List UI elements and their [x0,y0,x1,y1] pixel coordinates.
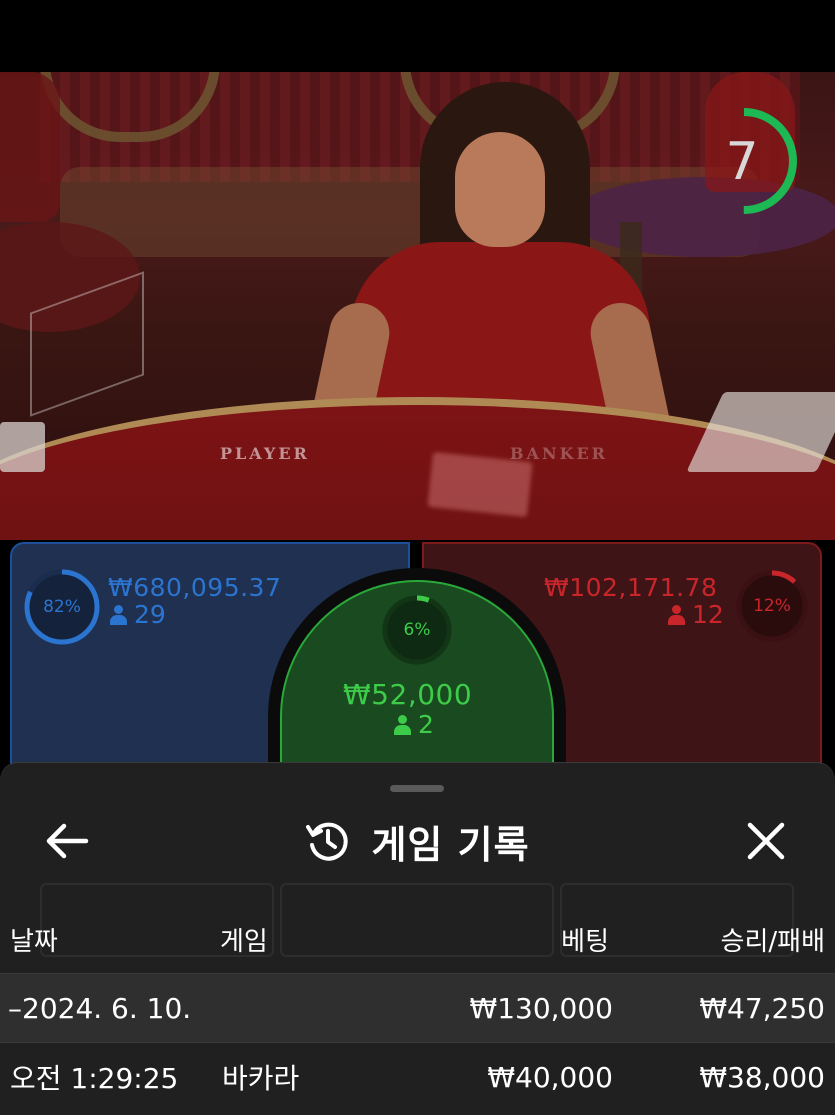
user-icon [394,714,411,735]
tie-total-amount: ₩52,000 [343,678,473,711]
user-icon [668,604,685,625]
date-group-row[interactable]: –2024. 6. 10. ₩130,000 ₩47,250 [0,973,835,1043]
history-row-game: 바카라 [222,1062,300,1095]
column-header-bet: 베팅 [561,927,609,957]
banker-percent: 12% [753,596,791,616]
column-header-date: 날짜 [10,927,58,957]
history-row-bet: ₩40,000 [487,1060,613,1094]
date-group-label: –2024. 6. 10. [8,991,192,1025]
player-count-value: 29 [134,600,166,629]
tie-bettor-count: 2 [394,710,434,739]
column-header-game: 게임 [220,927,268,957]
table-label-player: PLAYER [220,444,310,463]
game-history-sheet: 게임 기록 날짜 게임 베팅 승리/패배 –2024. 6. 10. ₩130,… [0,762,835,1115]
close-icon [747,822,785,860]
history-header: 게임 기록 [0,815,835,867]
date-group-bet-total: ₩130,000 [469,991,613,1025]
card-shoe [686,392,835,472]
background-dealer-left [0,72,60,222]
banker-bettor-count: 12 [668,600,724,629]
banker-count-value: 12 [692,600,724,629]
player-bettor-count: 29 [110,600,166,629]
history-row-time: 오전 1:29:25 [10,1062,179,1095]
tie-count-value: 2 [418,710,434,739]
history-row[interactable]: 오전 1:29:25 바카라 ₩40,000 ₩38,000 [0,1043,835,1111]
background-bet-box [280,883,554,957]
dealer-face [455,132,545,247]
date-group-result-total: ₩47,250 [699,991,825,1025]
history-title: 게임 기록 [371,822,530,867]
banker-total-amount: ₩102,171.78 [544,573,718,602]
player-percent: 82% [43,597,81,617]
history-row-result: ₩38,000 [699,1060,825,1094]
player-total-amount: ₩680,095.37 [108,573,282,602]
top-status-bar [0,0,835,72]
card-stack [0,422,45,472]
countdown-timer: 7 [691,104,802,219]
table-label-banker: BANKER [510,444,608,463]
column-header-result: 승리/패배 [720,927,825,957]
user-icon [110,604,127,625]
sheet-drag-handle[interactable] [390,785,444,792]
tie-percent: 6% [403,620,431,640]
history-icon [306,822,349,861]
close-button[interactable] [744,819,788,863]
timer-value: 7 [725,131,759,192]
